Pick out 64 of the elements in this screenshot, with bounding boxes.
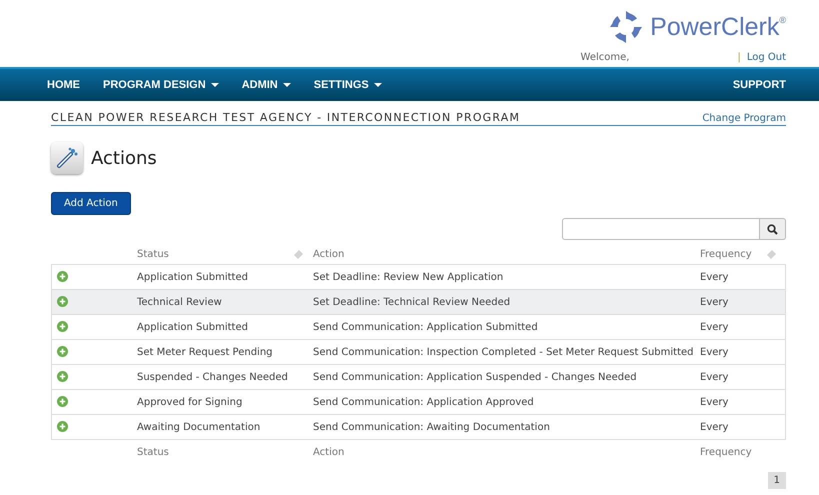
plus-icon[interactable] [57, 296, 68, 308]
table-cell: Approved for Signing [137, 396, 242, 408]
circular-arrows-icon [610, 11, 642, 43]
plus-icon[interactable] [57, 346, 68, 358]
plus-icon[interactable] [57, 271, 68, 282]
table-cell: Every [700, 322, 728, 332]
column-header[interactable]: Action [313, 249, 344, 260]
search-icon [767, 224, 778, 234]
nav-item[interactable]: ADMIN [242, 79, 291, 91]
add-action-button[interactable]: Add Action [51, 192, 131, 215]
table-row[interactable]: Set Meter Request Pending Send Communication: Inspection Completed - Set Meter Request Submitted Every [52, 340, 786, 364]
caret-icon [282, 83, 291, 87]
table-row[interactable]: Suspended - Changes Needed Send Communication: Application Suspended - Changes Needed Every [52, 364, 786, 390]
page-title: Actions [91, 148, 157, 168]
nav-item[interactable]: HOME [47, 79, 80, 91]
search-field[interactable] [562, 218, 760, 240]
table-cell: Every [700, 396, 728, 408]
caret-icon [210, 83, 219, 87]
nav-item[interactable]: PROGRAM DESIGN [103, 79, 219, 91]
nav-item[interactable]: SETTINGS [314, 79, 382, 91]
caret-icon [374, 83, 382, 87]
page-button[interactable]: 1 [768, 472, 786, 489]
table-row[interactable]: Approved for Signing Send Communication: Application Approved Every [52, 390, 786, 414]
table-row[interactable]: Application Submitted Send Communication: Application Submitted Every [52, 314, 786, 340]
table-cell: Set Deadline: Review New Application [313, 272, 504, 282]
column-header[interactable]: Frequency [700, 249, 752, 260]
table-cell: Every [700, 372, 728, 382]
table-cell: Every [700, 296, 728, 308]
table-cell: Send Communication: Inspection Completed - Set Meter Request Submitted [313, 346, 694, 358]
table-cell: Send Communication: Application Approved [313, 396, 534, 408]
table-cell: Technical Review [137, 296, 222, 308]
table-cell: Awaiting Documentation [137, 422, 260, 432]
table-cell: Application Submitted [137, 272, 248, 282]
table-cell: Every [700, 422, 728, 432]
table-cell: Set Deadline: Technical Review Needed [313, 296, 510, 308]
column-header[interactable]: Status [137, 249, 169, 260]
brand-name: PowerClerk$^{®}$ [650, 12, 786, 42]
column-footer: Action [313, 446, 344, 458]
logo[interactable]: PowerClerk$^{®}$ [610, 8, 786, 46]
sort-icon[interactable] [294, 250, 303, 259]
logout-link[interactable]: Log Out [746, 52, 786, 63]
plus-icon[interactable] [57, 321, 68, 332]
nav-item[interactable]: SUPPORT [732, 79, 786, 91]
table-cell: Send Communication: Awaiting Documentation [313, 422, 550, 432]
table-cell: Application Submitted [137, 322, 248, 332]
sort-icon[interactable] [766, 250, 776, 259]
table-cell: Set Meter Request Pending [137, 346, 273, 358]
plus-icon[interactable] [57, 421, 68, 432]
magic-wand-icon [51, 142, 83, 174]
table-row[interactable]: Awaiting Documentation Send Communication: Awaiting Documentation Every [52, 414, 786, 440]
column-footer: Frequency [700, 446, 752, 458]
welcome-text: Welcome, [580, 52, 630, 63]
separator: | [737, 52, 741, 63]
search-button[interactable] [760, 218, 786, 240]
plus-icon[interactable] [57, 371, 68, 382]
table-cell: Every [700, 346, 728, 358]
plus-icon[interactable] [57, 396, 68, 408]
column-footer: Status [137, 446, 169, 458]
table-cell: Send Communication: Application Submitted [313, 322, 538, 332]
table-cell: Suspended - Changes Needed [137, 372, 288, 382]
change-program-link[interactable]: Change Program [702, 113, 786, 124]
table-cell: Send Communication: Application Suspended - Changes Needed [313, 372, 637, 382]
table-cell: Every [700, 272, 728, 282]
program-title: CLEAN POWER RESEARCH TEST AGENCY - INTERCONNECTION PROGRAM [51, 111, 520, 124]
